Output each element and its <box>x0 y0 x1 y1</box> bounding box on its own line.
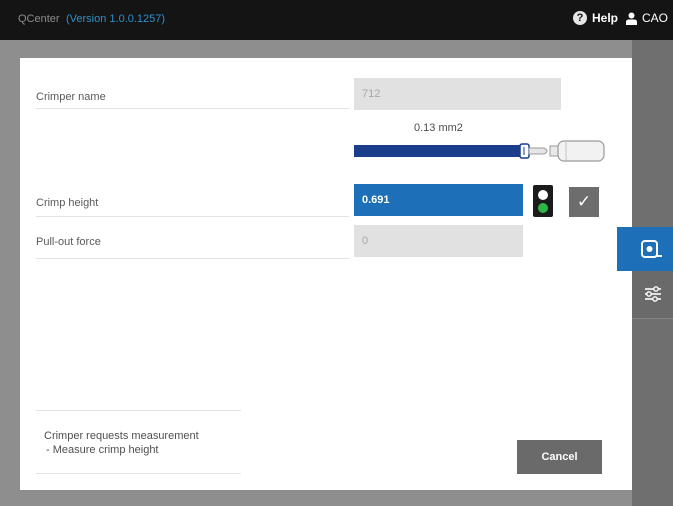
crimp-height-value: 0.691 <box>362 194 390 206</box>
row-divider <box>36 216 349 217</box>
user-icon <box>626 12 637 25</box>
status-detail: - Measure crimp height <box>46 444 159 456</box>
indicator-light-top <box>538 190 548 200</box>
pull-out-force-field: 0 <box>354 225 523 257</box>
status-title: Crimper requests measurement <box>44 430 199 442</box>
measurement-icon <box>641 240 662 258</box>
checkmark-icon: ✓ <box>576 192 592 211</box>
confirm-button[interactable]: ✓ <box>569 187 599 217</box>
wire-cross-section: 0.13 mm2 <box>414 122 463 134</box>
tab-measurement[interactable] <box>617 227 673 271</box>
status-message: Crimper requests measurement - Measure c… <box>36 410 241 474</box>
help-circle-icon: ? <box>573 11 587 25</box>
crimp-height-label: Crimp height <box>36 197 99 209</box>
help-label: Help <box>592 11 619 25</box>
crimper-name-value: 712 <box>362 88 381 100</box>
row-divider <box>36 258 349 259</box>
cancel-button[interactable]: Cancel <box>517 440 602 474</box>
sliders-icon <box>645 286 661 302</box>
app-version: (Version 1.0.0.1257) <box>66 13 166 25</box>
pull-out-force-value: 0 <box>362 235 369 247</box>
app-name: QCenter <box>18 13 60 25</box>
user-name: CAO <box>642 11 669 25</box>
crimper-name-label: Crimper name <box>36 91 106 103</box>
tab-settings[interactable] <box>632 271 673 319</box>
indicator-light-bottom <box>538 203 548 213</box>
row-divider <box>36 108 349 109</box>
traffic-light-icon <box>533 185 553 217</box>
crimped-wire-icon <box>354 140 605 162</box>
help-button[interactable]: ? Help <box>573 11 618 25</box>
title-bar: QCenter (Version 1.0.0.1257) ? Help CAO <box>0 0 673 40</box>
crimper-name-field: 712 <box>354 78 561 110</box>
crimp-height-field[interactable]: 0.691 <box>354 184 523 216</box>
user-menu[interactable]: CAO <box>626 11 668 25</box>
pull-out-force-label: Pull-out force <box>36 236 101 248</box>
